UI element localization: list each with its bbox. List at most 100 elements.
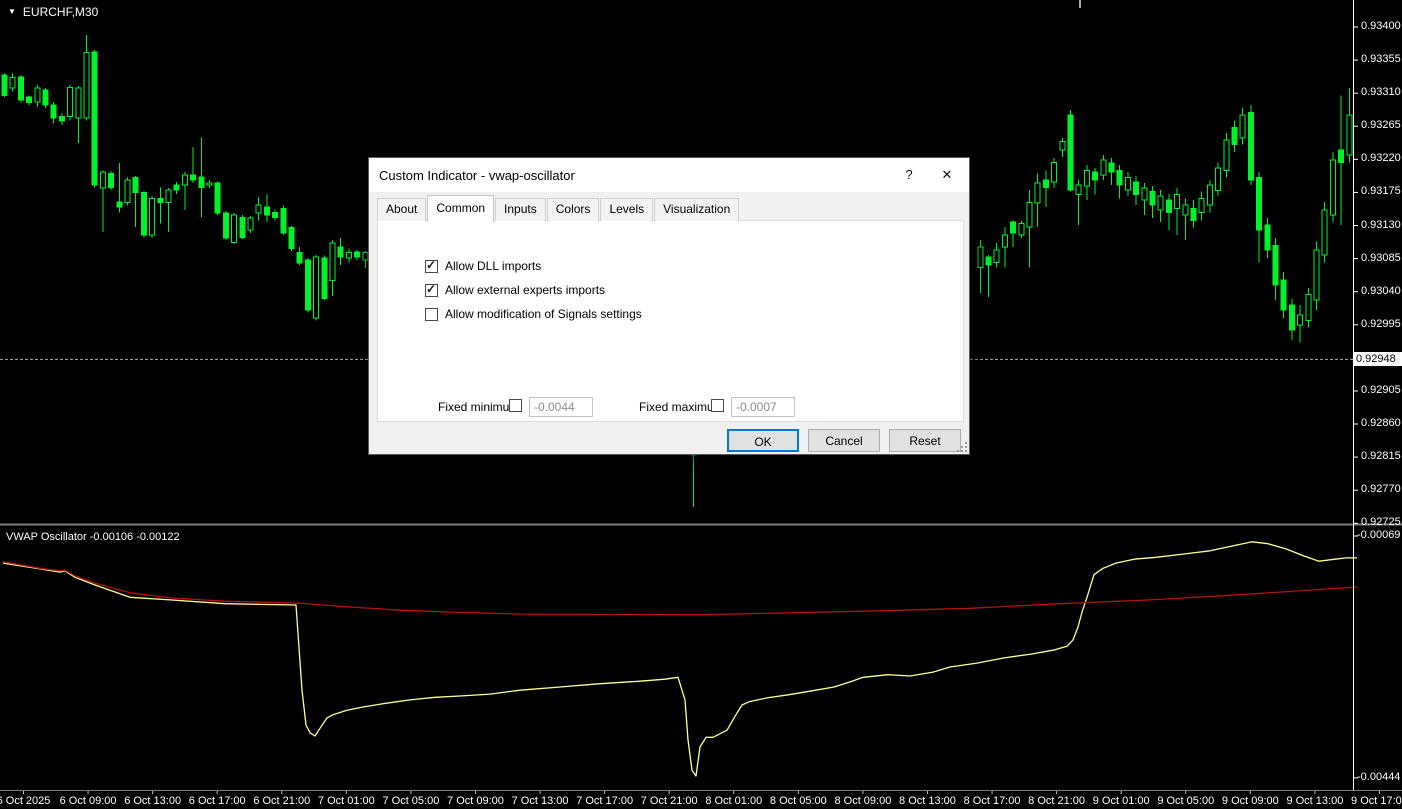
- candle-body: [1280, 279, 1287, 311]
- candle-body: [9, 77, 16, 89]
- candle-body: [1133, 181, 1140, 196]
- symbol-text: EURCHF,M30: [22, 5, 99, 19]
- option-row[interactable]: ✓ Allow modification of Signals settings: [425, 307, 642, 321]
- time-axis-label: 9 Oct 17:00: [1351, 795, 1402, 807]
- time-axis-label: 6 Oct 2025: [0, 795, 51, 807]
- vwap-fast-line: [2, 541, 1357, 777]
- candle-body: [1346, 114, 1353, 156]
- dialog-titlebar[interactable]: Custom Indicator - vwap-oscillator ? ✕: [369, 158, 969, 192]
- candle-body: [1338, 149, 1345, 163]
- close-icon[interactable]: ✕: [931, 158, 963, 192]
- candle-body: [1231, 127, 1238, 146]
- option-row[interactable]: ✓ Allow external experts imports: [425, 282, 606, 297]
- candle-body: [17, 76, 24, 101]
- option-label: Allow external experts imports: [445, 283, 606, 297]
- candle-body: [321, 257, 328, 299]
- candle-body: [1182, 204, 1189, 216]
- candle-body: [1059, 141, 1066, 151]
- fixed-minimum-checkbox[interactable]: ✓: [509, 399, 522, 412]
- candle-body: [1174, 194, 1181, 210]
- time-axis-label: 6 Oct 13:00: [124, 795, 182, 807]
- time-axis-label: 8 Oct 09:00: [834, 795, 892, 807]
- tab-inputs[interactable]: Inputs: [495, 198, 546, 221]
- candle-body: [165, 189, 172, 204]
- candle-body: [1100, 159, 1107, 176]
- time-axis-label: 6 Oct 17:00: [188, 795, 246, 807]
- candle-body: [1092, 171, 1099, 181]
- time-axis-label: 8 Oct 01:00: [705, 795, 763, 807]
- candle-body: [1, 74, 8, 96]
- candle-body: [173, 184, 180, 191]
- tab-levels[interactable]: Levels: [600, 198, 654, 221]
- reset-button[interactable]: Reset: [889, 429, 961, 452]
- candle-body: [83, 52, 90, 119]
- candle-body: [1198, 197, 1205, 213]
- candle-body: [280, 208, 287, 234]
- candle-body: [149, 197, 156, 236]
- candle-body: [1067, 114, 1074, 191]
- candle-body: [1264, 224, 1271, 251]
- time-axis-label: 8 Oct 05:00: [769, 795, 827, 807]
- option-label: Allow modification of Signals settings: [445, 307, 642, 321]
- price-axis-label: 0.93400: [1361, 19, 1401, 32]
- candle-body: [1001, 234, 1008, 248]
- candle-body: [99, 171, 106, 189]
- candle-body: [1042, 179, 1049, 188]
- cancel-button[interactable]: Cancel: [808, 429, 880, 452]
- option-row[interactable]: ✓ Allow DLL imports: [425, 258, 542, 273]
- tab-visualization[interactable]: Visualization: [654, 198, 740, 221]
- help-button[interactable]: ?: [893, 158, 925, 192]
- time-axis-label: 9 Oct 01:00: [1092, 795, 1150, 807]
- candle-body: [977, 246, 984, 268]
- price-axis-label: 0.93310: [1361, 86, 1401, 99]
- candle-body: [1272, 244, 1279, 286]
- candle-body: [1321, 209, 1328, 256]
- candle-body: [1124, 177, 1131, 191]
- candle-body: [304, 259, 311, 311]
- candle-body: [1329, 159, 1336, 216]
- candle-body: [993, 249, 1000, 263]
- chevron-down-icon[interactable]: ▼: [8, 8, 16, 16]
- checkbox[interactable]: ✓: [425, 282, 438, 297]
- candle-body: [288, 227, 295, 249]
- candle-body: [272, 211, 279, 218]
- candle-body: [181, 174, 188, 186]
- price-axis-label: 0.93085: [1361, 251, 1401, 264]
- candle-body: [1010, 221, 1017, 234]
- tab-about[interactable]: About: [377, 198, 427, 221]
- candle-body: [1256, 177, 1263, 231]
- option-label: Allow DLL imports: [445, 259, 542, 273]
- chart-shift-marker: [1079, 0, 1081, 8]
- candle-body: [985, 256, 992, 266]
- resize-grip-icon[interactable]: [957, 442, 967, 452]
- time-axis-label: 7 Oct 05:00: [382, 795, 440, 807]
- time-axis-label: 9 Oct 13:00: [1286, 795, 1344, 807]
- current-price-badge: 0.92948: [1354, 352, 1402, 367]
- candle-body: [34, 87, 41, 103]
- tab-colors[interactable]: Colors: [546, 198, 600, 221]
- time-axis-label: 9 Oct 09:00: [1221, 795, 1279, 807]
- candle-body: [239, 216, 246, 238]
- candle-body: [222, 212, 229, 239]
- candle-body: [1288, 304, 1295, 331]
- candle-body: [1247, 111, 1254, 181]
- price-axis-label: 0.93220: [1361, 152, 1401, 165]
- fixed-maximum-checkbox[interactable]: ✓: [711, 399, 724, 412]
- candle-body: [1297, 314, 1304, 326]
- candle-body: [1051, 161, 1058, 183]
- checkbox[interactable]: ✓: [425, 307, 438, 321]
- candle-body: [1018, 222, 1025, 236]
- tab-common[interactable]: Common: [427, 195, 495, 222]
- candle-body: [263, 206, 270, 216]
- candle-body: [354, 251, 361, 258]
- candle-body: [1239, 114, 1246, 139]
- ok-button[interactable]: OK: [727, 429, 799, 452]
- time-axis-label: 7 Oct 13:00: [511, 795, 569, 807]
- candle-body: [1034, 182, 1041, 204]
- candle-body: [26, 96, 33, 104]
- custom-indicator-dialog: Custom Indicator - vwap-oscillator ? ✕ A…: [368, 157, 970, 455]
- candle-body: [255, 204, 262, 214]
- candle-body: [231, 214, 238, 243]
- candle-body: [1190, 208, 1197, 221]
- checkbox[interactable]: ✓: [425, 258, 438, 273]
